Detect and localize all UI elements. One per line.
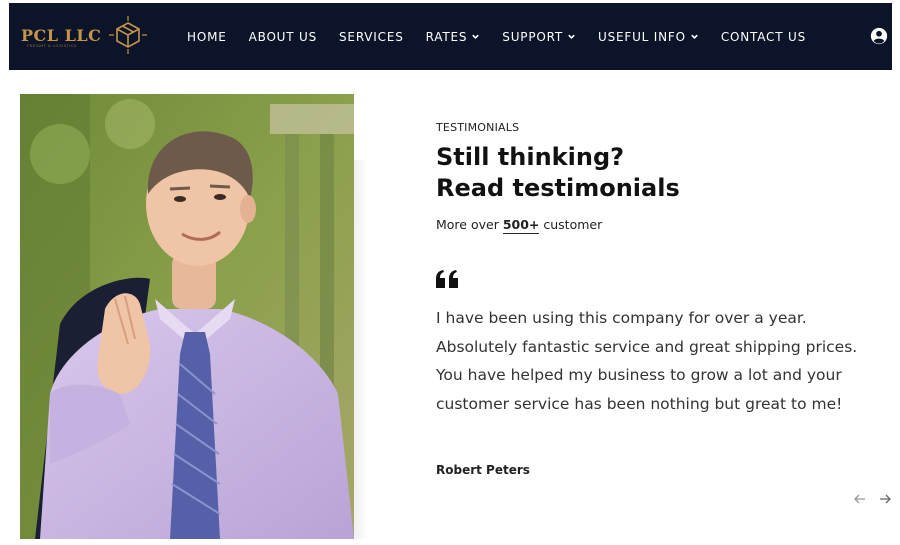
nav-support-label: SUPPORT bbox=[502, 29, 564, 44]
box-logo-icon bbox=[109, 16, 147, 54]
customer-count-text: More over 500+ customer bbox=[436, 217, 603, 234]
nav-home[interactable]: HOME bbox=[187, 30, 227, 44]
testimonial-author: Robert Peters bbox=[436, 463, 530, 477]
brand-logo[interactable]: PCL LLC FREIGHT & LOGISTICS bbox=[21, 13, 161, 59]
sub-suffix: customer bbox=[539, 217, 603, 232]
section-eyebrow: TESTIMONIALS bbox=[436, 121, 520, 134]
nav-home-label: HOME bbox=[187, 29, 227, 44]
heading-line-1: Still thinking? bbox=[436, 143, 625, 171]
sub-prefix: More over bbox=[436, 217, 503, 232]
customer-portrait bbox=[20, 94, 354, 539]
testimonial-quote: I have been using this company for over … bbox=[436, 309, 858, 413]
heading-line-2: Read testimonials bbox=[436, 174, 680, 202]
nav-contact-us-label: CONTACT US bbox=[720, 29, 806, 44]
nav-support[interactable]: SUPPORT bbox=[502, 30, 576, 44]
nav-about-us[interactable]: ABOUT US bbox=[249, 30, 317, 44]
arrow-right-icon[interactable] bbox=[878, 492, 892, 506]
nav-rates[interactable]: RATES bbox=[426, 30, 481, 44]
nav-useful-info-label: USEFUL INFO bbox=[598, 29, 686, 44]
arrow-left-icon[interactable] bbox=[853, 492, 867, 506]
photo-shadow bbox=[354, 160, 368, 539]
quote-icon bbox=[436, 270, 458, 288]
customer-count: 500+ bbox=[502, 217, 540, 234]
nav-useful-info[interactable]: USEFUL INFO bbox=[598, 30, 699, 44]
logo-text: PCL LLC bbox=[21, 26, 102, 45]
chevron-down-icon bbox=[472, 34, 480, 39]
logo-tagline: FREIGHT & LOGISTICS bbox=[27, 44, 77, 48]
chevron-down-icon bbox=[691, 34, 698, 39]
testimonial-photo bbox=[20, 94, 354, 539]
user-circle-icon[interactable] bbox=[870, 27, 888, 45]
nav-contact-us[interactable]: CONTACT US bbox=[721, 30, 806, 44]
nav-about-us-label: ABOUT US bbox=[248, 29, 318, 44]
nav-services[interactable]: SERVICES bbox=[339, 30, 404, 44]
section-heading: Still thinking? Read testimonials bbox=[436, 142, 856, 204]
top-navigation: PCL LLC FREIGHT & LOGISTICS HOME ABOUT U… bbox=[9, 3, 892, 70]
nav-rates-label: RATES bbox=[425, 29, 468, 44]
chevron-down-icon bbox=[568, 34, 575, 39]
main-menu: HOME ABOUT US SERVICES RATES SUPPORT USE… bbox=[187, 3, 828, 70]
nav-services-label: SERVICES bbox=[339, 29, 404, 44]
